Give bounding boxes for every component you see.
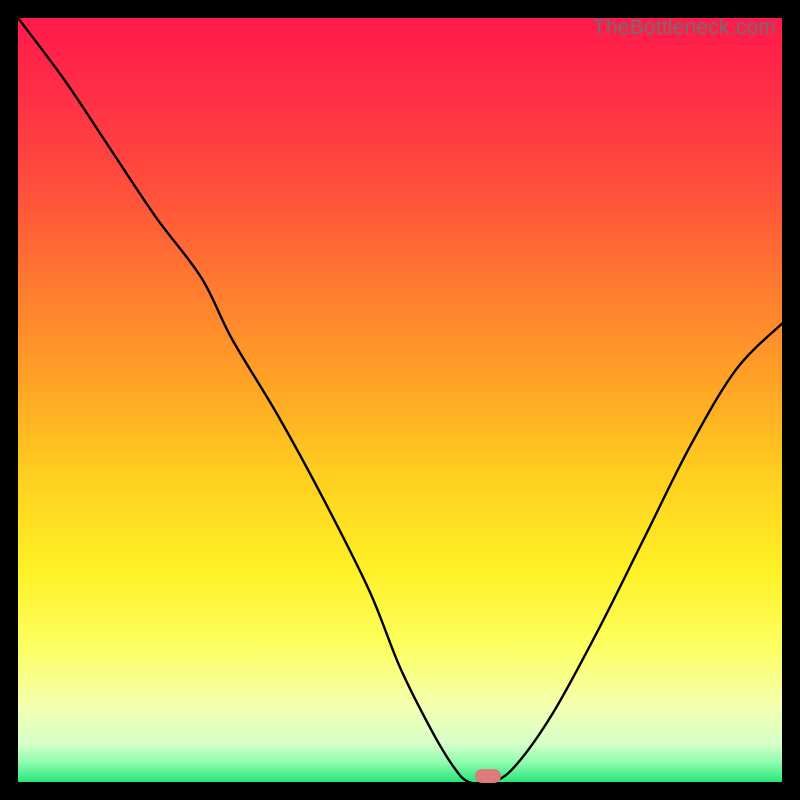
watermark-text: TheBottleneck.com <box>593 16 776 40</box>
chart-frame: TheBottleneck.com <box>18 18 782 782</box>
optimal-point-marker <box>475 769 501 783</box>
bottleneck-curve <box>18 18 782 782</box>
